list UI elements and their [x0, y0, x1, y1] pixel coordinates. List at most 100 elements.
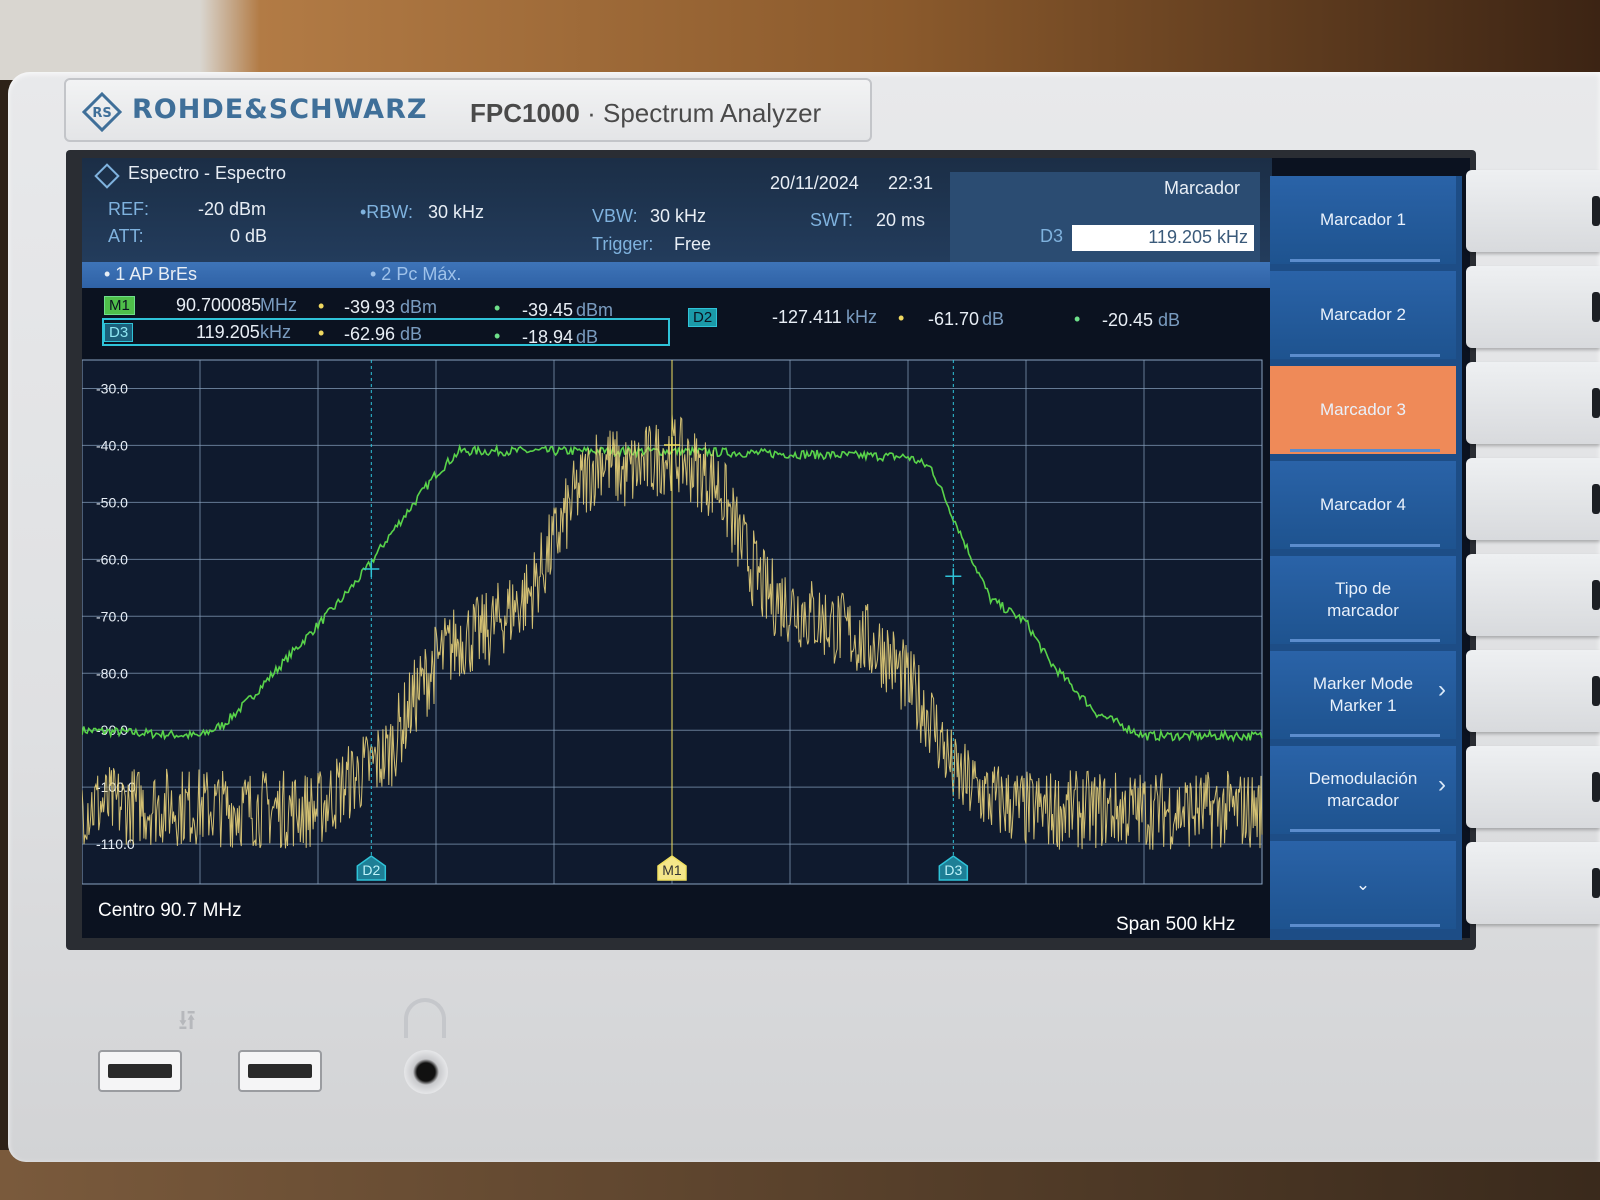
rbw-label: •RBW:: [360, 202, 413, 222]
mode-diamond-icon: [94, 163, 120, 189]
background-desk: [0, 0, 1600, 80]
m1-value-1-unit: dBm: [400, 297, 438, 317]
softkey-2[interactable]: Marcador 2: [1270, 271, 1456, 359]
model-name: FPC1000 · Spectrum Analyzer: [470, 98, 821, 129]
swt-value[interactable]: 20 ms: [876, 210, 925, 231]
d3-value-1-unit: dB: [400, 324, 423, 344]
button-edge: [1592, 580, 1600, 610]
y-tick-label: -80.0: [96, 665, 128, 681]
marker-row-d3[interactable]: D3: [104, 321, 134, 342]
hardware-softkey-6[interactable]: [1466, 650, 1600, 732]
rohde-schwarz-logo-icon: RS: [81, 91, 123, 133]
panel-title: Marcador: [1164, 178, 1241, 198]
hardware-softkey-4[interactable]: [1466, 458, 1600, 540]
softkey-label-2: marcador: [1327, 601, 1399, 620]
softkey-5[interactable]: Tipo de marcador: [1270, 556, 1456, 644]
marker-value-input[interactable]: 119.205 kHz: [1072, 225, 1254, 251]
hardware-softkey-8[interactable]: [1466, 842, 1600, 924]
softkey-divider: [1290, 924, 1440, 927]
softkey-divider: [1290, 354, 1440, 357]
chevron-right-icon: ›: [1438, 771, 1446, 798]
d3-freq: 119.205: [196, 322, 260, 342]
softkey-menu: Marcador 1 Marcador 2 Marcador 3 Marcador 4…: [1270, 176, 1462, 940]
att-label: ATT:: [108, 226, 144, 246]
usb-slot: [108, 1064, 172, 1078]
softkey-divider: [1290, 259, 1440, 262]
usb-port-2[interactable]: [238, 1050, 322, 1092]
marker-tag-m1: M1: [104, 296, 135, 315]
svg-text:RS: RS: [92, 106, 111, 121]
marker-flag-label: D2: [362, 862, 380, 878]
m1-freq: 90.700085: [176, 295, 262, 315]
hardware-softkey-1[interactable]: [1466, 170, 1600, 252]
softkey-divider: [1290, 544, 1440, 547]
softkey-label: Marcador 2: [1320, 305, 1406, 324]
plot-footer: Centro 90.7 MHz Span 500 kHz: [82, 900, 1272, 938]
span-value[interactable]: Span 500 kHz: [1116, 914, 1235, 936]
softkey-label: Marcador 4: [1320, 495, 1406, 514]
hardware-softkey-3[interactable]: [1466, 362, 1600, 444]
d3-freq-unit: kHz: [260, 322, 291, 342]
headphone-jack[interactable]: [404, 1050, 448, 1094]
vbw-value[interactable]: 30 kHz: [650, 206, 706, 227]
time: 22:31: [888, 173, 934, 193]
model-separator: ·: [587, 98, 596, 128]
softkey-6[interactable]: Marker Mode Marker 1 ›: [1270, 651, 1456, 739]
softkey-3[interactable]: Marcador 3: [1270, 366, 1456, 454]
softkey-4[interactable]: Marcador 4: [1270, 461, 1456, 549]
y-tick-label: -60.0: [96, 551, 128, 567]
rbw-value[interactable]: 30 kHz: [428, 202, 484, 223]
marker-row-m1[interactable]: M1: [104, 294, 135, 315]
trigger-value[interactable]: Free: [674, 234, 711, 255]
softkey-label: Marcador 3: [1320, 400, 1406, 419]
button-edge: [1592, 484, 1600, 514]
trace-1-label[interactable]: • 1 AP BrEs: [104, 264, 197, 285]
d3-trace1-bullet: •: [318, 323, 325, 343]
ref-label: REF:: [108, 199, 150, 219]
screen-title[interactable]: Espectro - Espectro: [128, 163, 286, 184]
vbw-label: VBW:: [592, 206, 638, 226]
d2-freq: -127.411: [772, 307, 842, 327]
m1-trace2-bullet: •: [494, 298, 501, 318]
y-tick-label: -110.0: [96, 836, 135, 852]
center-frequency[interactable]: Centro 90.7 MHz: [98, 900, 242, 922]
softkey-label: Marker Mode: [1312, 674, 1414, 693]
brand-name: ROHDE&SCHWARZ: [132, 94, 428, 125]
usb-port-1[interactable]: [98, 1050, 182, 1092]
spectrum-plot[interactable]: -30.0-40.0-50.0-60.0-70.0-80.0-90.0-100.…: [82, 354, 1272, 899]
ref-value[interactable]: -20 dBm: [198, 199, 266, 220]
marker-tag-d3: D3: [104, 323, 134, 342]
date: 20/11/2024: [770, 173, 859, 193]
softkey-label: ⌄: [1355, 875, 1371, 894]
d2-trace1-bullet: •: [898, 308, 905, 328]
d2-freq-unit: kHz: [846, 307, 877, 327]
d2-value-2: -20.45: [1102, 310, 1154, 330]
m1-value-1: -39.93: [344, 297, 396, 317]
hardware-softkey-5[interactable]: [1466, 554, 1600, 636]
softkey-divider: [1290, 734, 1440, 737]
usb-icon: ⭿: [178, 1004, 197, 1037]
usb-slot: [248, 1064, 312, 1078]
hardware-softkey-7[interactable]: [1466, 746, 1600, 828]
softkey-7[interactable]: Demodulación marcador ›: [1270, 746, 1456, 834]
button-edge: [1592, 676, 1600, 706]
marker-tag-d2: D2: [688, 308, 718, 327]
trace-bar: • 1 AP BrEs • 2 Pc Máx.: [82, 262, 1272, 288]
softkey-8[interactable]: ⌄: [1270, 841, 1456, 929]
y-tick-label: -70.0: [96, 608, 128, 624]
swt-label: SWT:: [810, 210, 853, 230]
y-tick-label: -50.0: [96, 494, 128, 510]
hardware-softkey-2[interactable]: [1466, 266, 1600, 348]
d3-value-2-unit: dB: [576, 327, 599, 347]
att-value[interactable]: 0 dB: [230, 226, 267, 247]
d2-value-2-unit: dB: [1158, 310, 1181, 330]
softkey-1[interactable]: Marcador 1: [1270, 176, 1456, 264]
d3-value-1: -62.96: [344, 324, 396, 344]
d2-value-1-unit: dB: [982, 309, 1005, 329]
y-tick-label: -30.0: [96, 380, 128, 396]
button-edge: [1592, 868, 1600, 898]
d2-trace2-bullet: •: [1074, 309, 1081, 329]
button-edge: [1592, 772, 1600, 802]
trace-2-label[interactable]: • 2 Pc Máx.: [370, 264, 461, 285]
marker-row-d2[interactable]: D2: [688, 306, 718, 327]
